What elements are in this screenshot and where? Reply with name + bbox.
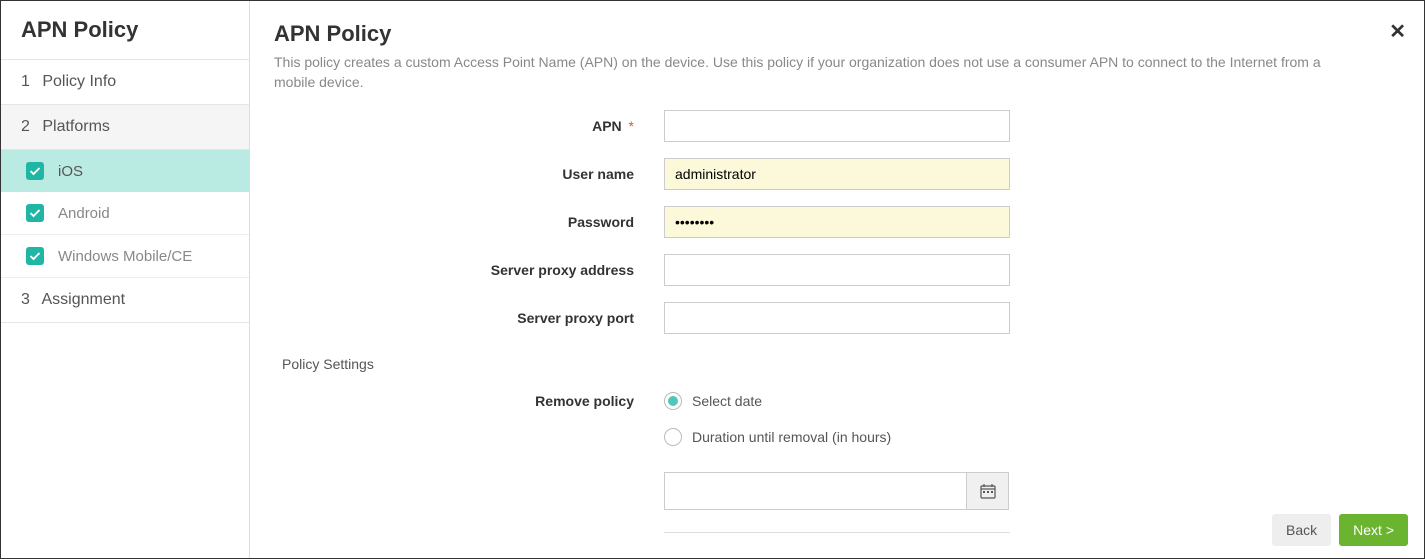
row-duration: Duration until removal (in hours) [274,428,1400,446]
proxy-addr-label: Server proxy address [274,262,664,278]
app-container: APN Policy 1 Policy Info 2 Platforms iOS… [0,0,1425,559]
checkbox-checked-icon [26,247,44,265]
main-panel: ✕ APN Policy This policy creates a custo… [250,1,1424,558]
date-input-group [664,472,1009,510]
step-num: 2 [21,118,30,135]
radio-duration[interactable]: Duration until removal (in hours) [664,428,891,446]
label-text: APN [592,118,622,134]
step-assignment[interactable]: 3 Assignment [1,278,249,323]
password-label: Password [274,214,664,230]
platform-label: Windows Mobile/CE [58,248,192,265]
footer-actions: Back Next > [1272,514,1408,546]
platform-ios[interactable]: iOS [1,150,249,192]
platform-label: Android [58,205,110,222]
proxy-addr-input[interactable] [664,254,1010,286]
row-remove-policy: Remove policy Select date [274,392,1400,410]
username-label: User name [274,166,664,182]
step-label: Platforms [42,118,110,135]
row-username: User name [274,158,1400,190]
required-mark: * [629,118,634,134]
platform-android[interactable]: Android [1,192,249,235]
calendar-button[interactable] [967,472,1009,510]
checkbox-checked-icon [26,162,44,180]
step-platforms[interactable]: 2 Platforms [1,105,249,150]
step-num: 1 [21,73,30,90]
apn-input[interactable] [664,110,1010,142]
page-description: This policy creates a custom Access Poin… [274,53,1324,92]
step-label: Assignment [41,291,125,308]
radio-label: Duration until removal (in hours) [692,429,891,445]
radio-selected-icon [664,392,682,410]
policy-settings-header: Policy Settings [274,350,1400,378]
radio-label: Select date [692,393,762,409]
proxy-port-label: Server proxy port [274,310,664,326]
row-date-picker [274,472,1400,510]
sidebar-title: APN Policy [1,1,249,60]
row-proxy-port: Server proxy port [274,302,1400,334]
checkbox-checked-icon [26,204,44,222]
close-icon[interactable]: ✕ [1389,19,1406,44]
row-password: Password [274,206,1400,238]
remove-policy-label: Remove policy [274,393,664,409]
step-label: Policy Info [42,73,116,90]
step-num: 3 [21,291,30,308]
back-button[interactable]: Back [1272,514,1331,546]
sidebar: APN Policy 1 Policy Info 2 Platforms iOS… [1,1,250,558]
platform-label: iOS [58,163,83,180]
date-input[interactable] [664,472,967,510]
username-input[interactable] [664,158,1010,190]
platform-windows[interactable]: Windows Mobile/CE [1,235,249,278]
radio-select-date[interactable]: Select date [664,392,762,410]
row-apn: APN * [274,110,1400,142]
page-title: APN Policy [274,21,1400,47]
apn-label: APN * [274,118,664,134]
radio-unselected-icon [664,428,682,446]
row-proxy-addr: Server proxy address [274,254,1400,286]
divider [664,532,1010,533]
next-button[interactable]: Next > [1339,514,1408,546]
step-policy-info[interactable]: 1 Policy Info [1,60,249,105]
password-input[interactable] [664,206,1010,238]
calendar-icon [980,483,996,499]
proxy-port-input[interactable] [664,302,1010,334]
